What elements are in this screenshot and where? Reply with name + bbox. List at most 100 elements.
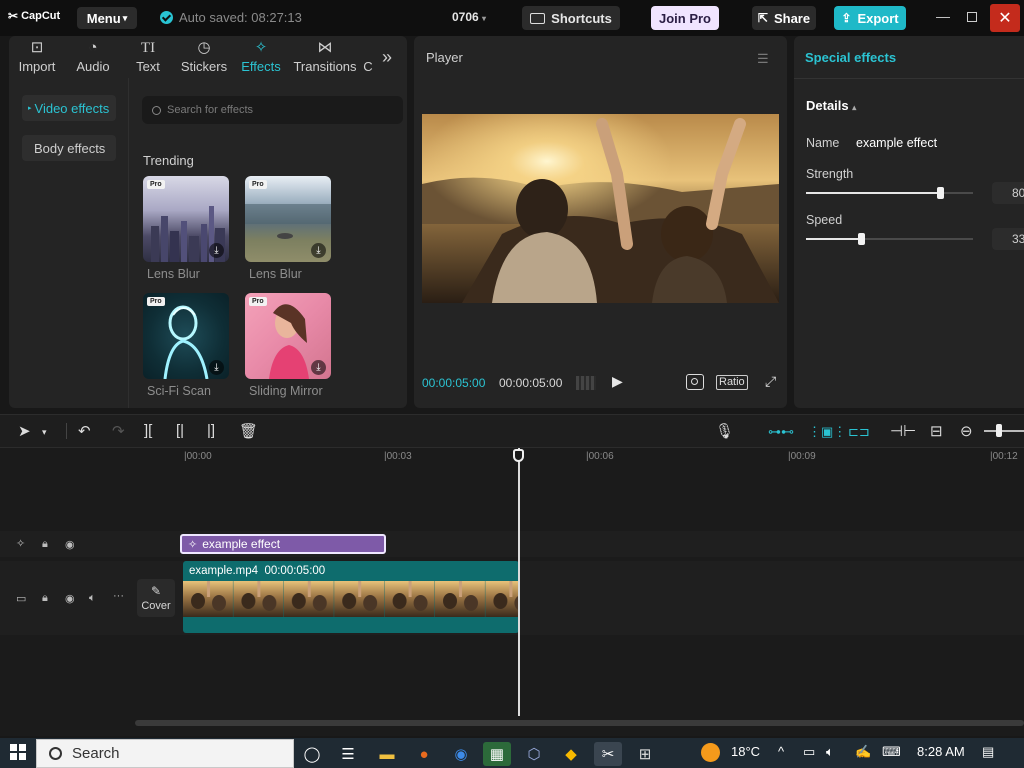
download-icon[interactable]: ⤓ [209,360,224,375]
temperature: 18°C [731,744,761,759]
ruler-label: 00:00 [186,451,212,462]
tab-transitions[interactable]: ⋈ Transitions [289,36,361,78]
split-icon[interactable]: ][ [144,422,152,439]
split-left-icon[interactable]: [| [176,422,184,439]
chevron-down-icon: ▾ [122,12,128,23]
media-tabs: ⊡ Import ◔ Audio TI Text ◷ Stickers ✧ Ef… [9,36,407,78]
capcut-taskbar-icon[interactable]: ✂ [594,742,622,766]
network-app-icon[interactable]: ⊞ [631,742,659,766]
box-app-icon[interactable]: ⬡ [520,742,548,766]
timeline-scrollbar[interactable] [135,720,1024,726]
tab-audio[interactable]: ◔ Audio [65,36,121,78]
auto-snap-icon[interactable]: ⋮▣⋮ [808,424,846,440]
video-preview[interactable] [422,114,779,303]
zoom-slider-handle[interactable] [996,424,1002,437]
minimize-icon[interactable]: — [936,8,950,24]
taskbar-search[interactable]: Search [36,739,294,768]
tab-text[interactable]: TI Text [121,36,175,78]
effects-search-input[interactable]: Search for effects [142,96,403,124]
keyboard-icon [530,12,546,24]
tab-import[interactable]: ⊡ Import [9,36,65,78]
category-body-effects[interactable]: Body effects [22,135,116,161]
effect-card[interactable]: Pro ⤓ Lens Blur [143,176,229,281]
restore-icon[interactable] [967,9,977,25]
effect-clip[interactable]: ✧ example effect [180,534,386,554]
weather-sun-icon[interactable] [701,743,720,762]
zoom-slider[interactable] [984,430,1024,432]
more-options-icon[interactable]: ··· [113,590,124,602]
windows-start-icon[interactable] [10,744,26,765]
strength-slider[interactable] [806,192,973,194]
widgets-icon[interactable]: ☰ [334,742,362,766]
file-explorer-icon[interactable]: ▬ [373,742,401,766]
shortcuts-button[interactable]: Shortcuts [522,6,620,30]
chevron-down-icon: ▾ [482,14,487,23]
search-icon [49,747,62,760]
strength-slider-handle[interactable] [936,187,944,199]
speed-slider[interactable] [806,238,973,240]
strength-input[interactable]: 80 [992,182,1024,204]
eye-icon[interactable]: ◉ [65,592,75,605]
download-icon[interactable]: ⤓ [209,243,224,258]
zoom-out-icon[interactable]: ⊖ [960,422,973,440]
keyboard-icon[interactable]: ⌨ [882,744,901,760]
fullscreen-icon[interactable]: ⤢ [765,373,776,390]
effect-card[interactable]: Pro ⤓ Lens Blur [245,176,331,281]
category-label: Video effects [34,100,110,116]
effect-card[interactable]: Pro ⤓ Sci-Fi Scan [143,293,229,398]
select-cursor-icon[interactable]: ➤ [18,422,31,440]
speed-slider-handle[interactable] [858,233,866,245]
linkage-icon[interactable]: ⊏⊐ [848,424,870,440]
microphone-icon[interactable]: 🎙 [715,422,734,440]
windows-app-icon[interactable]: ◆ [557,742,585,766]
sheets-app-icon[interactable]: ▦ [483,742,511,766]
project-name[interactable]: 0706 ▾ [452,10,486,24]
effects-categories [9,78,129,408]
main-track-magnet-icon[interactable]: ⊶⊷ [768,424,794,440]
share-button[interactable]: ⇱ Share [752,6,816,30]
volume-muted-icon[interactable]: 🔈︎ [826,744,834,760]
undo-icon[interactable]: ↶ [78,422,91,440]
delete-icon[interactable]: 🗑 [239,422,258,440]
task-view-icon[interactable]: ◯ [298,742,326,766]
split-right-icon[interactable]: |] [207,422,215,439]
export-button[interactable]: ⇪ Export [834,6,906,30]
screenshot-icon[interactable] [686,374,704,390]
lock-icon[interactable]: 🔒︎ [42,538,48,551]
speed-input[interactable]: 33 [992,228,1024,250]
join-pro-button[interactable]: Join Pro [651,6,719,30]
ratio-button[interactable]: Ratio [716,375,748,390]
pen-icon[interactable]: ✍ [855,744,871,760]
screen-icon[interactable]: ⊟ [930,422,943,440]
pro-badge: Pro [249,180,267,189]
notifications-icon[interactable]: ▤ [982,744,994,760]
cover-label: Cover [141,600,171,612]
close-button[interactable]: ✕ [990,4,1020,32]
menu-button[interactable]: Menu ▾ [77,7,137,29]
lock-icon[interactable]: 🔒︎ [42,592,48,605]
network-icon[interactable]: ▭ [803,744,815,760]
chevron-up-icon[interactable]: ^ [778,744,784,759]
playhead-handle[interactable] [513,449,524,462]
timeline-fit-icon[interactable] [576,376,596,390]
details-toggle[interactable]: Details ▴ [806,98,856,113]
tab-effects[interactable]: ✧ Effects [233,36,289,78]
chrome-icon[interactable]: ◉ [447,742,475,766]
eye-icon[interactable]: ◉ [65,538,75,551]
tabs-expand-button[interactable]: » [375,36,399,78]
download-icon[interactable]: ⤓ [311,360,326,375]
chevron-down-icon[interactable]: ▾ [42,427,47,438]
tab-stickers[interactable]: ◷ Stickers [175,36,233,78]
redo-icon: ↷ [112,423,125,440]
playhead[interactable] [518,448,520,716]
play-icon[interactable]: ▶ [612,373,623,390]
firefox-icon[interactable]: ● [410,742,438,766]
category-video-effects[interactable]: ▸ Video effects [22,95,116,121]
preview-axis-icon[interactable]: ⊣⊢ [890,422,916,440]
audio-mute-icon[interactable]: 🔈︎ [89,592,96,605]
hamburger-menu-icon[interactable]: ☰ [757,51,769,67]
tab-more[interactable]: C [361,36,375,78]
cover-button[interactable]: ✎ Cover [137,579,175,617]
download-icon[interactable]: ⤓ [311,243,326,258]
effect-card[interactable]: Pro ⤓ Sliding Mirror [245,293,331,398]
